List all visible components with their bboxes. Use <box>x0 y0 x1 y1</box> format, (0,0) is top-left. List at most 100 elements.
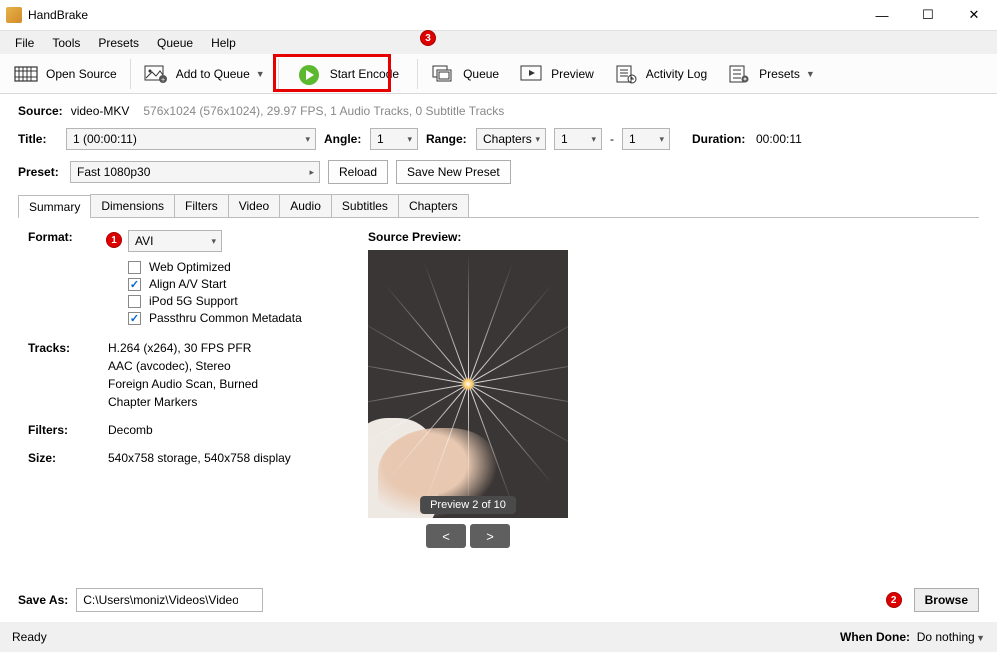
app-icon <box>6 7 22 23</box>
sliders-icon <box>727 64 751 84</box>
menu-queue[interactable]: Queue <box>148 32 202 54</box>
track-line: Foreign Audio Scan, Burned <box>108 377 258 391</box>
tracks-list: H.264 (x264), 30 FPS PFR AAC (avcodec), … <box>108 341 258 409</box>
presets-button[interactable]: Presets ▼ <box>717 60 825 88</box>
add-queue-button[interactable]: + Add to Queue ▼ <box>134 60 275 88</box>
menu-presets[interactable]: Presets <box>89 32 148 54</box>
chk-ipod[interactable]: iPod 5G Support <box>128 294 338 308</box>
tab-summary[interactable]: Summary <box>18 195 91 218</box>
toolbar: Open Source + Add to Queue ▼ Start Encod… <box>0 54 997 94</box>
checkbox-icon <box>128 295 141 308</box>
angle-label: Angle: <box>324 132 362 146</box>
tab-filters[interactable]: Filters <box>174 194 229 217</box>
log-icon <box>614 64 638 84</box>
range-to-value: 1 <box>629 132 636 146</box>
browse-button[interactable]: Browse <box>914 588 979 612</box>
preview-button[interactable]: Preview <box>509 60 604 88</box>
chevron-down-icon: ▼ <box>806 69 815 79</box>
film-icon <box>14 64 38 84</box>
chk-web-optimized[interactable]: Web Optimized <box>128 260 338 274</box>
angle-value: 1 <box>377 132 384 146</box>
duration-value: 00:00:11 <box>756 132 802 146</box>
preview-prev-button[interactable]: < <box>426 524 466 548</box>
filters-label: Filters: <box>28 423 108 437</box>
format-options: Web Optimized ✓ Align A/V Start iPod 5G S… <box>128 260 338 325</box>
queue-label: Queue <box>463 67 499 81</box>
titlebar: HandBrake — ☐ ✕ <box>0 0 997 30</box>
preview-next-button[interactable]: > <box>470 524 510 548</box>
preset-select[interactable]: Fast 1080p30 <box>70 161 320 183</box>
chk-passthru-meta[interactable]: ✓ Passthru Common Metadata <box>128 311 338 325</box>
tracks-row: Tracks: H.264 (x264), 30 FPS PFR AAC (av… <box>28 341 338 409</box>
preview-image[interactable]: Preview 2 of 10 <box>368 250 568 518</box>
filters-row: Filters: Decomb <box>28 423 338 437</box>
chevron-down-icon: ▼ <box>976 633 985 643</box>
range-dash: - <box>610 132 614 146</box>
tab-bar: Summary Dimensions Filters Video Audio S… <box>18 194 979 218</box>
format-select[interactable]: AVI <box>128 230 222 252</box>
menu-help[interactable]: Help <box>202 32 245 54</box>
when-done[interactable]: When Done: Do nothing ▼ <box>840 630 985 644</box>
chk-meta-label: Passthru Common Metadata <box>149 311 302 325</box>
presets-label: Presets <box>759 67 800 81</box>
range-type-select[interactable]: Chapters <box>476 128 546 150</box>
preview-caption: Preview 2 of 10 <box>420 496 516 514</box>
duration-label: Duration: <box>692 132 748 146</box>
size-label: Size: <box>28 451 108 465</box>
checkbox-icon <box>128 261 141 274</box>
save-as-input[interactable] <box>76 588 263 612</box>
tab-subtitles[interactable]: Subtitles <box>331 194 399 217</box>
chk-web-label: Web Optimized <box>149 260 231 274</box>
app-title: HandBrake <box>28 8 88 22</box>
title-label: Title: <box>18 132 58 146</box>
callout-badge-3: 3 <box>420 30 436 46</box>
track-line: H.264 (x264), 30 FPS PFR <box>108 341 258 355</box>
separator <box>417 59 418 89</box>
open-source-button[interactable]: Open Source <box>4 60 127 88</box>
menu-tools[interactable]: Tools <box>43 32 89 54</box>
preview-label: Preview <box>551 67 594 81</box>
summary-panel: Format: 1 AVI Web Optimized ✓ Align A/V S… <box>18 218 979 560</box>
tab-chapters[interactable]: Chapters <box>398 194 469 217</box>
when-done-label: When Done: <box>840 630 910 644</box>
checkbox-checked-icon: ✓ <box>128 312 141 325</box>
separator <box>130 59 131 89</box>
close-button[interactable]: ✕ <box>951 0 997 30</box>
range-to-select[interactable]: 1 <box>622 128 670 150</box>
save-new-preset-button[interactable]: Save New Preset <box>396 160 511 184</box>
activity-log-button[interactable]: Activity Log <box>604 60 717 88</box>
save-as-row: Save As: 2 Browse <box>18 588 979 612</box>
tab-dimensions[interactable]: Dimensions <box>90 194 175 217</box>
range-from-select[interactable]: 1 <box>554 128 602 150</box>
picture-plus-icon: + <box>144 64 168 84</box>
status-bar: Ready When Done: Do nothing ▼ <box>0 622 997 652</box>
preview-nav: < > <box>368 524 568 548</box>
title-select[interactable]: 1 (00:00:11) <box>66 128 316 150</box>
minimize-button[interactable]: — <box>859 0 905 30</box>
chk-av-label: Align A/V Start <box>149 277 226 291</box>
stack-icon <box>431 64 455 84</box>
preset-line: Preset: Fast 1080p30 Reload Save New Pre… <box>18 160 979 184</box>
chevron-down-icon: ▼ <box>256 69 265 79</box>
tab-video[interactable]: Video <box>228 194 280 217</box>
format-label: Format: <box>28 230 108 252</box>
maximize-button[interactable]: ☐ <box>905 0 951 30</box>
track-line: AAC (avcodec), Stereo <box>108 359 258 373</box>
format-row: Format: 1 AVI <box>28 230 338 252</box>
source-preview-label: Source Preview: <box>368 230 568 244</box>
svg-text:+: + <box>161 77 165 84</box>
range-from-value: 1 <box>561 132 568 146</box>
preview-area: Source Preview: Preview 2 of 10 < > <box>368 230 568 548</box>
glow-graphic <box>461 377 475 391</box>
source-line: Source: video-MKV 576x1024 (576x1024), 2… <box>18 104 979 118</box>
preset-label: Preset: <box>18 165 62 179</box>
when-done-value: Do nothing <box>917 630 975 644</box>
queue-button[interactable]: Queue <box>421 60 509 88</box>
checkbox-checked-icon: ✓ <box>128 278 141 291</box>
angle-select[interactable]: 1 <box>370 128 418 150</box>
reload-button[interactable]: Reload <box>328 160 388 184</box>
chk-align-av[interactable]: ✓ Align A/V Start <box>128 277 338 291</box>
menu-file[interactable]: File <box>6 32 43 54</box>
tab-audio[interactable]: Audio <box>279 194 332 217</box>
source-name: video-MKV <box>71 104 130 118</box>
